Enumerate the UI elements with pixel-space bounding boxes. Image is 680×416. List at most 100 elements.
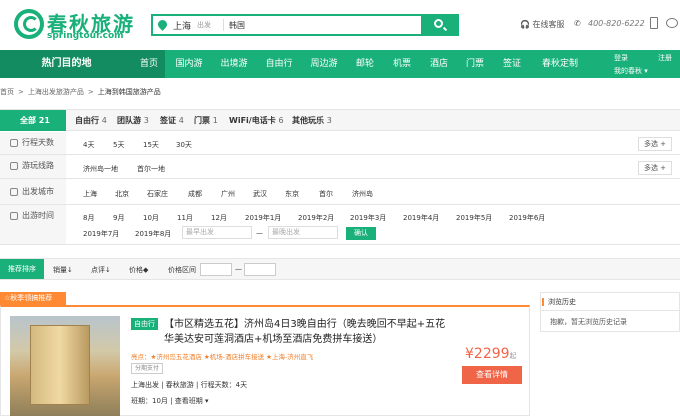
date-option[interactable]: 10月: [143, 213, 159, 223]
city-option[interactable]: 东京: [285, 189, 299, 199]
view-details-button[interactable]: 查看详情: [462, 366, 522, 384]
city-option[interactable]: 石家庄: [147, 189, 168, 199]
earliest-date-input[interactable]: 最早出发: [182, 226, 252, 239]
phone-number: 400-820-6222: [588, 19, 645, 28]
nav-item-cruise[interactable]: 邮轮: [350, 50, 380, 78]
date-option[interactable]: 2019年1月: [245, 213, 281, 223]
search-departure-city[interactable]: 上海: [173, 19, 191, 32]
multi-select-button[interactable]: 多选 +: [638, 161, 672, 175]
route-option[interactable]: 济州岛一地: [83, 164, 118, 174]
online-service-label: 在线客服: [532, 20, 565, 29]
browse-history-title: 浏览历史: [542, 298, 576, 306]
date-option[interactable]: 2019年6月: [509, 213, 545, 223]
nav-item-domestic[interactable]: 国内游: [170, 50, 208, 78]
days-option[interactable]: 4天: [83, 140, 94, 150]
register-link[interactable]: 注册: [658, 53, 672, 63]
nav-item-tickets[interactable]: 门票: [460, 50, 490, 78]
date-option[interactable]: 2019年4月: [403, 213, 439, 223]
sort-sales[interactable]: 销量↓: [53, 265, 73, 275]
sort-price[interactable]: 价格◆: [129, 265, 148, 275]
city-option[interactable]: 广州: [221, 189, 235, 199]
date-option[interactable]: 12月: [211, 213, 227, 223]
nav-item-nearby[interactable]: 周边游: [305, 50, 343, 78]
nav-item-flights[interactable]: 机票: [387, 50, 417, 78]
breadcrumb-home[interactable]: 首页: [0, 88, 14, 96]
confirm-date-button[interactable]: 确认: [346, 227, 376, 240]
breadcrumb-shanghai-products[interactable]: 上海出发旅游产品: [28, 88, 84, 96]
days-option[interactable]: 30天: [176, 140, 192, 150]
tab-count: 4: [178, 116, 184, 125]
date-option[interactable]: 9月: [113, 213, 124, 223]
filter-label-text: 出发城市: [22, 187, 54, 196]
tab-free-travel[interactable]: 自由行 4: [75, 115, 107, 126]
main-nav: 热门目的地 首页 国内游 出境游 自由行 周边游 邮轮 机票 酒店 门票 签证 …: [0, 50, 680, 78]
tab-tickets[interactable]: 门票 1: [194, 115, 218, 126]
city-icon: [10, 188, 18, 196]
city-option[interactable]: 北京: [115, 189, 129, 199]
city-option[interactable]: 济州岛: [352, 189, 373, 199]
product-title[interactable]: 【市区精选五花】济州岛4日3晚自由行（晚去晚回不早起+五花华美达安可莲洞酒店+机…: [164, 317, 454, 347]
brand-logo-icon[interactable]: [14, 9, 44, 39]
city-option[interactable]: 成都: [188, 189, 202, 199]
price-range-dash: —: [235, 265, 242, 273]
city-option[interactable]: 武汉: [253, 189, 267, 199]
nav-hot-destinations[interactable]: 热门目的地: [0, 50, 133, 78]
filter-row-city: 出发城市 上海 北京 石家庄 成都 广州 武汉 东京 首尔 济州岛: [0, 179, 680, 205]
breadcrumb-separator: >: [87, 88, 94, 96]
mobile-app-icon[interactable]: [650, 17, 658, 29]
price-suffix: 起: [509, 352, 517, 360]
filter-label-route: 游玩线路: [0, 155, 66, 178]
multi-select-button[interactable]: 多选 +: [638, 137, 672, 151]
days-option[interactable]: 5天: [113, 140, 124, 150]
online-service-link[interactable]: 🎧 在线客服: [520, 19, 565, 30]
date-range-dash: —: [256, 229, 263, 237]
search-button[interactable]: [421, 16, 457, 34]
tab-other[interactable]: 其他玩乐 3: [292, 115, 332, 126]
sort-rating[interactable]: 点评↓: [91, 265, 111, 275]
clock-icon: [10, 212, 18, 220]
tab-label: WiFi/电话卡: [229, 116, 276, 125]
sort-recommended[interactable]: 推荐排序: [0, 259, 44, 279]
price-value: ¥2299: [465, 346, 510, 362]
filter-label-text: 出游时间: [22, 211, 54, 220]
date-option[interactable]: 2019年8月: [135, 229, 171, 239]
nav-item-home[interactable]: 首页: [133, 50, 165, 78]
hotel-building-image: [30, 325, 90, 405]
nav-item-hotels[interactable]: 酒店: [424, 50, 454, 78]
date-option[interactable]: 11月: [177, 213, 193, 223]
calendar-icon: [10, 139, 18, 147]
date-option[interactable]: 2019年7月: [83, 229, 119, 239]
nav-item-visa[interactable]: 签证: [497, 50, 527, 78]
date-option[interactable]: 2019年2月: [298, 213, 334, 223]
nav-item-free-travel[interactable]: 自由行: [260, 50, 298, 78]
login-link[interactable]: 登录: [614, 53, 628, 63]
brand-url: springtour.com: [47, 31, 124, 41]
tab-all[interactable]: 全部 21: [0, 110, 66, 131]
product-schedule[interactable]: 班期：10月 | 查看班期 ▾: [131, 396, 208, 406]
date-option[interactable]: 2019年5月: [456, 213, 492, 223]
tab-count: 1: [212, 116, 218, 125]
route-option[interactable]: 首尔一地: [137, 164, 165, 174]
tab-group-tour[interactable]: 团队游 3: [117, 115, 149, 126]
price-min-input[interactable]: [200, 263, 232, 276]
breadcrumb-current: 上海到韩国旅游产品: [97, 88, 161, 96]
date-option[interactable]: 2019年3月: [350, 213, 386, 223]
days-option[interactable]: 15天: [143, 140, 159, 150]
search-icon: [434, 19, 443, 28]
price-range-label: 价格区间: [168, 266, 196, 274]
date-option[interactable]: 8月: [83, 213, 94, 223]
my-account-menu[interactable]: 我的春秋 ▾: [614, 66, 648, 76]
nav-item-outbound[interactable]: 出境游: [215, 50, 253, 78]
category-tabs: 全部 21 自由行 4 团队游 3 签证 4 门票 1 WiFi/电话卡 6 其…: [0, 109, 680, 131]
search-input[interactable]: [229, 17, 419, 33]
wechat-icon[interactable]: [666, 18, 678, 28]
tab-visa[interactable]: 签证 4: [160, 115, 184, 126]
route-icon: [10, 162, 18, 170]
tab-wifi[interactable]: WiFi/电话卡 6: [229, 115, 284, 126]
latest-date-input[interactable]: 最晚出发: [268, 226, 338, 239]
price-max-input[interactable]: [244, 263, 276, 276]
nav-item-custom[interactable]: 春秋定制: [535, 50, 585, 78]
city-option[interactable]: 首尔: [319, 189, 333, 199]
sort-bar: 推荐排序 销量↓ 点评↓ 价格◆ 价格区间 —: [0, 258, 680, 280]
city-option[interactable]: 上海: [83, 189, 97, 199]
